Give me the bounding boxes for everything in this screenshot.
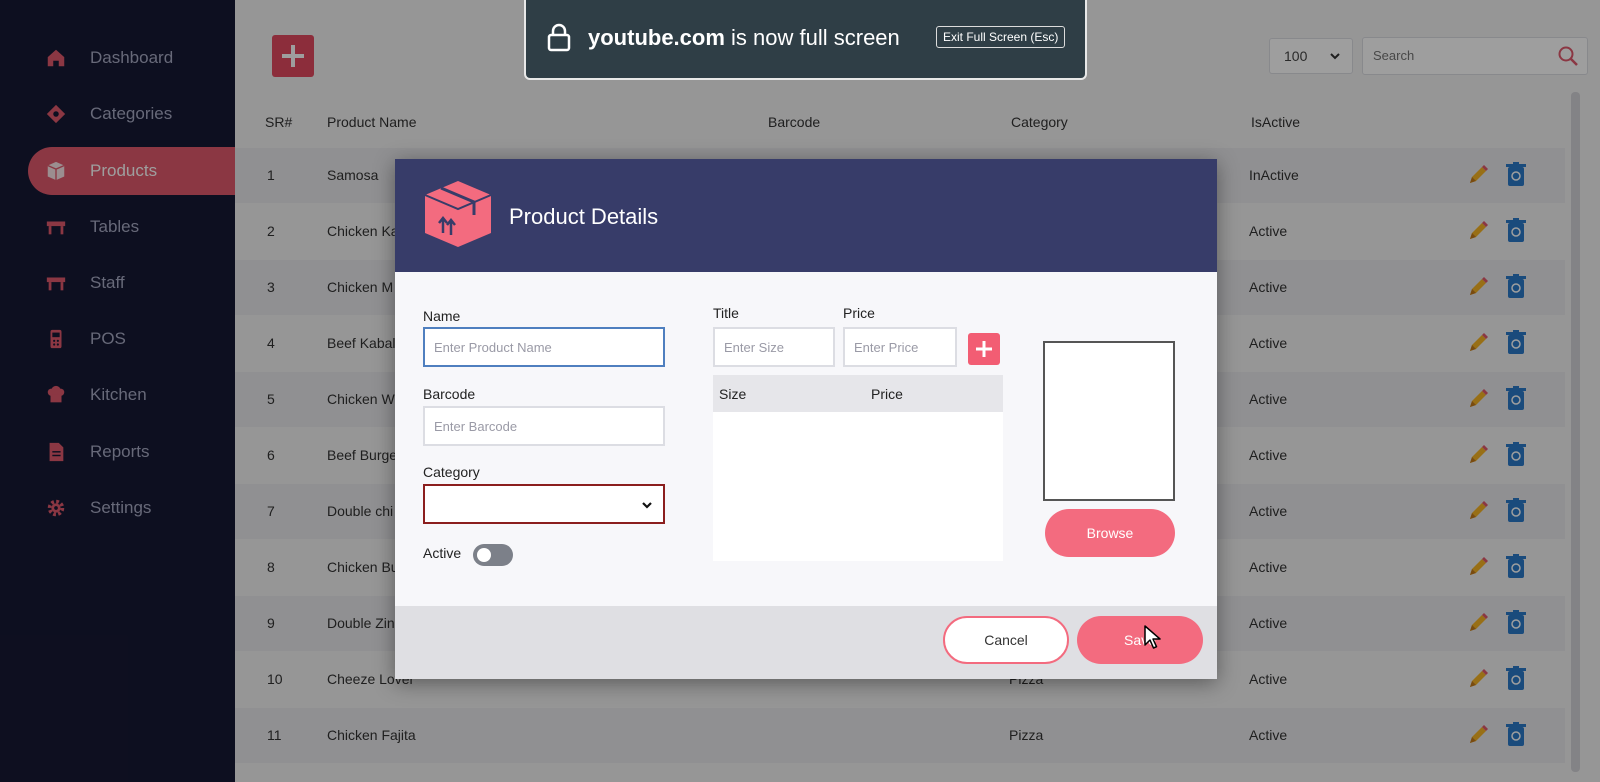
price-label: Price [843, 305, 875, 321]
category-label: Category [423, 464, 480, 480]
browse-button[interactable]: Browse [1045, 509, 1175, 557]
exit-fullscreen-button[interactable]: Exit Full Screen (Esc) [936, 26, 1066, 48]
save-button[interactable]: Save [1077, 616, 1203, 664]
chevron-down-icon [642, 502, 652, 509]
plus-icon [976, 341, 992, 357]
fullscreen-notice: youtube.com is now full screen Exit Full… [524, 0, 1087, 80]
modal-header: Product Details [395, 159, 1217, 272]
fullscreen-text: is now full screen [731, 25, 900, 50]
active-label: Active [423, 545, 462, 561]
fullscreen-site: youtube.com [588, 25, 725, 50]
active-toggle[interactable] [473, 544, 513, 566]
package-icon [424, 181, 492, 247]
add-size-button[interactable] [968, 333, 1000, 365]
name-label: Name [423, 308, 461, 324]
size-price-table: Size Price [713, 375, 1003, 561]
image-preview [1043, 341, 1175, 501]
col-header-price: Price [871, 386, 903, 402]
title-label: Title [713, 305, 739, 321]
col-header-size: Size [719, 386, 747, 402]
category-select[interactable] [423, 484, 665, 524]
product-name-input[interactable] [423, 327, 665, 367]
barcode-label: Barcode [423, 386, 476, 402]
size-input[interactable] [713, 327, 835, 367]
modal-footer: Cancel Save [395, 606, 1217, 679]
price-input[interactable] [843, 327, 957, 367]
product-details-modal: Product Details Name Barcode Category Ac… [395, 159, 1217, 679]
toggle-knob [477, 548, 491, 562]
modal-title: Product Details [509, 204, 659, 229]
lock-icon [547, 23, 571, 52]
size-table-header: Size Price [713, 375, 1003, 412]
cancel-button[interactable]: Cancel [943, 616, 1069, 664]
fullscreen-message: youtube.com is now full screen [588, 25, 900, 51]
mouse-cursor-icon [1144, 625, 1161, 649]
barcode-input[interactable] [423, 406, 665, 446]
